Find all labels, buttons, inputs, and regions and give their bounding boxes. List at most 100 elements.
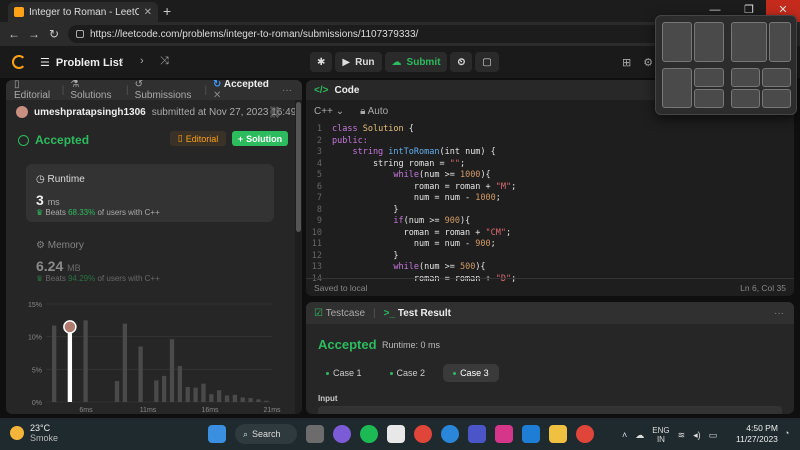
leetcode-logo-icon[interactable] bbox=[12, 55, 26, 69]
next-problem-icon[interactable]: › bbox=[140, 55, 144, 67]
site-info-icon[interactable] bbox=[76, 30, 84, 38]
distribution-bar[interactable] bbox=[52, 325, 57, 402]
distribution-bar[interactable] bbox=[177, 366, 183, 402]
edge-icon[interactable] bbox=[441, 425, 459, 443]
case-tab-1[interactable]: Case 1 bbox=[316, 364, 372, 382]
snap-layout-narrow-right[interactable] bbox=[769, 22, 791, 62]
snap-layout-top-right[interactable] bbox=[694, 68, 724, 87]
code-line[interactable]: 10 roman = roman + "CM"; bbox=[306, 228, 794, 240]
distribution-bar[interactable] bbox=[138, 346, 143, 402]
battery-icon[interactable]: ▭ bbox=[709, 430, 718, 441]
runtime-card[interactable]: ◷ Runtime 3 ms ♛ Beats 68.33% of users w… bbox=[26, 164, 274, 222]
distribution-bar[interactable] bbox=[162, 375, 167, 402]
code-line[interactable]: 9 if (num >= 900){ bbox=[306, 216, 794, 228]
code-line[interactable]: 3 string intToRoman (int num) { bbox=[306, 147, 794, 159]
close-tab-icon[interactable]: ✕ bbox=[144, 7, 152, 18]
code-line[interactable]: 8 } bbox=[306, 205, 794, 217]
username[interactable]: umeshpratapsingh1306 bbox=[34, 107, 146, 118]
more-icon[interactable]: ··· bbox=[282, 85, 292, 96]
editorial-button[interactable]: ▯ Editorial bbox=[170, 131, 226, 146]
distribution-bar[interactable] bbox=[193, 387, 198, 402]
your-runtime-bar[interactable] bbox=[67, 326, 73, 402]
back-icon[interactable]: ← bbox=[4, 27, 24, 41]
snap-layout-right-half[interactable] bbox=[694, 22, 724, 62]
start-icon[interactable] bbox=[208, 425, 226, 443]
weather-widget[interactable]: 23°C Smoke bbox=[10, 423, 58, 443]
code-editor[interactable]: 1 class Solution {2 public: 3 string intToR… bbox=[306, 124, 794, 284]
code-line[interactable]: 5 while (num >= 1000){ bbox=[306, 170, 794, 182]
distribution-bar[interactable] bbox=[114, 381, 120, 402]
distribution-bar[interactable] bbox=[240, 397, 245, 402]
chrome-icon[interactable] bbox=[414, 425, 432, 443]
distribution-bar[interactable] bbox=[154, 380, 159, 402]
user-avatar-marker[interactable] bbox=[63, 320, 77, 334]
debug-button[interactable]: ✱ bbox=[310, 52, 333, 72]
notification-icon[interactable]: ◔ bbox=[784, 428, 789, 438]
run-button[interactable]: ▶ Run bbox=[335, 52, 382, 72]
wifi-icon[interactable]: ≋ bbox=[678, 430, 686, 441]
memory-card[interactable]: ⚙ Memory 6.24 MB ♛ Beats 94.29% of users… bbox=[26, 230, 274, 290]
clock[interactable]: 4:50 PM 11/27/2023 bbox=[736, 423, 778, 445]
distribution-bar[interactable] bbox=[122, 323, 128, 402]
tab-accepted[interactable]: ↻ Accepted ✕ bbox=[213, 80, 276, 101]
snap-layout-quad-bl[interactable] bbox=[731, 89, 760, 108]
tab-solutions[interactable]: ⚗ Solutions bbox=[70, 80, 120, 101]
task-view-icon[interactable] bbox=[306, 425, 324, 443]
distribution-bar[interactable] bbox=[169, 339, 175, 402]
snap-layout-quad-tr[interactable] bbox=[762, 68, 791, 87]
new-tab-icon[interactable]: + bbox=[163, 3, 171, 19]
distribution-bar[interactable] bbox=[256, 399, 261, 402]
snap-layout-quad-br[interactable] bbox=[762, 89, 791, 108]
reload-icon[interactable]: ↻ bbox=[44, 27, 64, 41]
code-line[interactable]: 13 while (num >= 500){ bbox=[306, 262, 794, 274]
forward-icon[interactable]: → bbox=[24, 27, 44, 41]
solution-button[interactable]: + Solution bbox=[232, 131, 288, 146]
tab-test-result[interactable]: >_ Test Result bbox=[384, 308, 451, 319]
tab-submissions[interactable]: ↺ Submissions bbox=[135, 80, 199, 101]
distribution-bar[interactable] bbox=[248, 398, 253, 402]
tab-testcase[interactable]: ☑ Testcase bbox=[314, 308, 365, 319]
distribution-bar[interactable] bbox=[217, 390, 222, 402]
close-tab-icon[interactable]: ✕ bbox=[213, 90, 221, 101]
mail-icon[interactable] bbox=[522, 425, 540, 443]
timer-button[interactable]: ⏲ bbox=[450, 52, 473, 72]
case-tab-3[interactable]: Case 3 bbox=[443, 364, 499, 382]
distribution-bar[interactable] bbox=[232, 394, 238, 402]
distribution-bar[interactable] bbox=[201, 383, 206, 402]
share-link-icon[interactable]: ⛓ bbox=[268, 106, 282, 119]
runtime-distribution-chart[interactable]: 15% 10% 5% 0% 6ms 11ms 16ms 21ms bbox=[14, 296, 284, 414]
left-scrollbar-thumb[interactable] bbox=[296, 102, 301, 232]
tab-editorial[interactable]: ▯ Editorial bbox=[14, 80, 56, 101]
distribution-bar[interactable] bbox=[209, 394, 214, 402]
code-line[interactable]: 6 roman = roman + "M"; bbox=[306, 182, 794, 194]
instagram-icon[interactable] bbox=[495, 425, 513, 443]
auto-toggle[interactable]: 🔒︎ Auto bbox=[360, 106, 388, 117]
distribution-bar[interactable] bbox=[224, 395, 230, 402]
distribution-bar[interactable] bbox=[264, 400, 269, 402]
snap-layout-left-half[interactable] bbox=[662, 22, 692, 62]
language-indicator[interactable]: ENG IN bbox=[652, 426, 669, 444]
snap-layout-left-column[interactable] bbox=[662, 68, 692, 108]
chevron-up-icon[interactable]: ˄ bbox=[622, 430, 627, 440]
code-line[interactable]: 11 num = num - 900; bbox=[306, 239, 794, 251]
notes-button[interactable]: ▢ bbox=[475, 52, 499, 72]
visual-studio-icon[interactable] bbox=[468, 425, 486, 443]
code-line[interactable]: 7 num = num - 1000; bbox=[306, 193, 794, 205]
problem-list-button[interactable]: ☰ Problem List bbox=[40, 56, 123, 70]
taskbar-search[interactable]: ⌕ Search bbox=[235, 424, 297, 444]
url-field[interactable]: https://leetcode.com/problems/integer-to… bbox=[68, 25, 668, 43]
submit-button[interactable]: ☁ Submit bbox=[384, 52, 448, 72]
snap-layout-quad-tl[interactable] bbox=[731, 68, 760, 87]
code-line[interactable]: 2 public: bbox=[306, 136, 794, 148]
random-problem-icon[interactable]: ⤨ bbox=[160, 55, 169, 68]
layout-icon[interactable]: ⊞ bbox=[622, 56, 631, 69]
prev-problem-icon[interactable]: ‹ bbox=[120, 55, 124, 67]
code-line[interactable]: 4 string roman = ""; bbox=[306, 159, 794, 171]
file-explorer-icon[interactable] bbox=[549, 425, 567, 443]
settings-icon[interactable]: ⚙ bbox=[643, 56, 653, 69]
avatar[interactable] bbox=[16, 106, 28, 118]
snap-layout-bottom-right[interactable] bbox=[694, 89, 724, 108]
more-icon[interactable]: ··· bbox=[774, 308, 784, 319]
distribution-bar[interactable] bbox=[83, 320, 88, 402]
teams-icon[interactable] bbox=[333, 425, 351, 443]
